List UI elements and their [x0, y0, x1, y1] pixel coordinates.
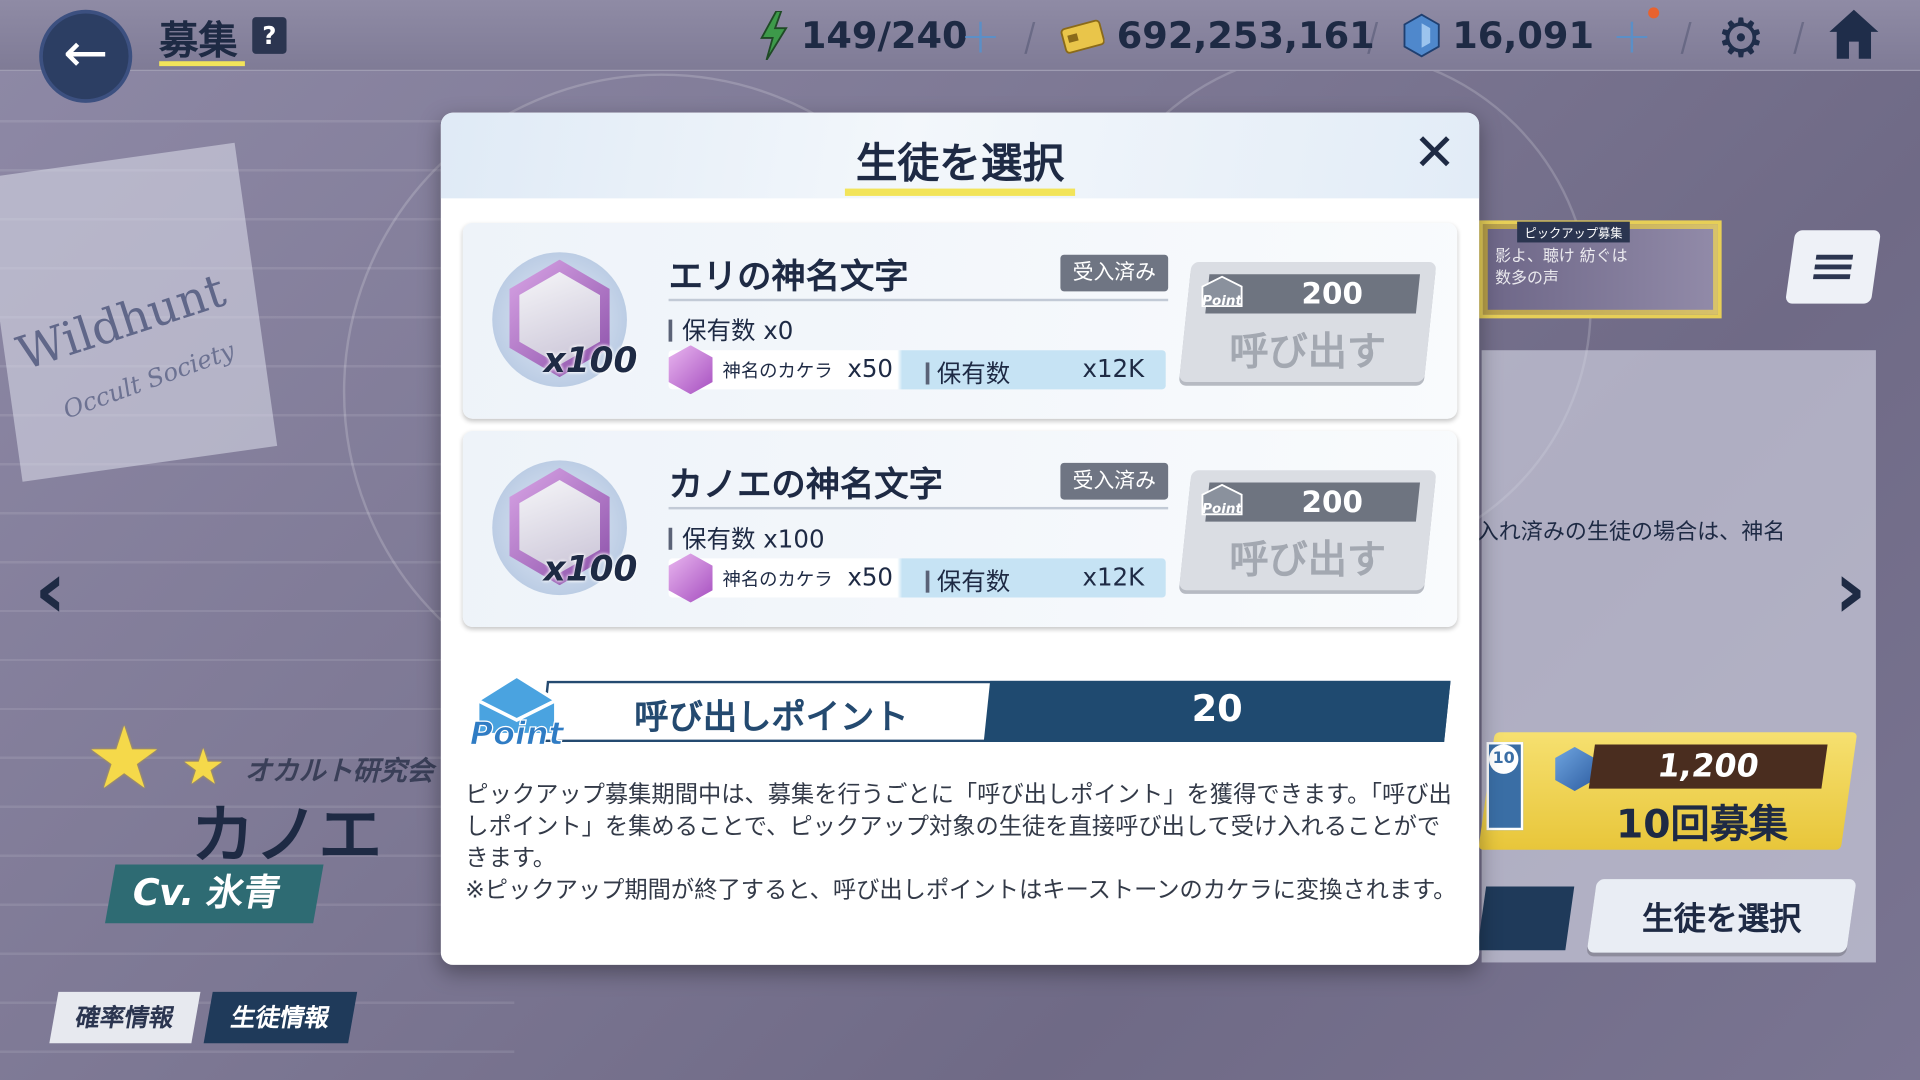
info-panel	[1481, 350, 1876, 963]
menu-icon-line	[1814, 264, 1852, 270]
page-title: 募集	[159, 17, 238, 64]
pickup-banner[interactable]: 影よ、聴け 紡ぐは 数多の声 ピックアップ募集	[1479, 220, 1722, 319]
info-text: 入れ済みの生徒の場合は、神名	[1476, 519, 1786, 545]
material-held-value: x12K	[1082, 353, 1145, 384]
material-name: 神名のカケラ	[722, 360, 833, 383]
arrow-left-icon: ←	[63, 22, 109, 85]
summon-points-label: 呼び出しポイント	[634, 696, 909, 738]
credits-value: 692,253,161	[1116, 14, 1375, 57]
add-ap-button[interactable]: +	[960, 12, 1001, 61]
divider	[668, 298, 1169, 302]
tab-rates[interactable]: 確率情報	[49, 991, 201, 1044]
menu-button[interactable]	[1785, 230, 1882, 304]
material-quantity: x50	[847, 353, 894, 384]
banner-text: 影よ、聴け 紡ぐは 数多の声	[1495, 247, 1628, 288]
pyroxene-icon	[1403, 13, 1440, 58]
ticket-count: 10	[1488, 744, 1519, 774]
menu-icon	[1815, 254, 1854, 260]
recruit-label: 10回募集	[1615, 800, 1789, 848]
student-item: x100 カノエの神名文字 受入済み 保有数 x100 神名のカケラ x50 保…	[462, 431, 1458, 627]
tab-student-info[interactable]: 生徒情報	[203, 991, 358, 1044]
plus-icon: +	[960, 8, 1002, 65]
material-name: 神名のカケラ	[722, 568, 833, 591]
credit-card-icon	[1060, 19, 1105, 54]
notification-dot	[1648, 7, 1660, 19]
description: ピックアップ募集期間中は、募集を行うごとに「呼び出しポイント」を獲得できます。「…	[465, 779, 1457, 906]
game-screen: Wildhunt Occult Society ← 募集 ? 149/240 +…	[0, 0, 1920, 1080]
background-book: Wildhunt Occult Society	[0, 142, 278, 482]
status-badge: 受入済み	[1060, 254, 1169, 292]
material-quantity: x50	[847, 562, 894, 592]
title-underline	[844, 188, 1076, 196]
character-name: カノエ	[191, 799, 383, 874]
summon-label: 呼び出す	[1229, 536, 1387, 583]
prev-arrow-icon[interactable]: ‹	[34, 546, 66, 637]
voice-actor: Cv. 氷青	[105, 864, 324, 924]
recruit-cost: 1,200	[1588, 744, 1828, 789]
add-gems-button[interactable]: +	[1611, 12, 1652, 61]
help-button[interactable]: ?	[252, 17, 287, 54]
cost-value: 200	[1301, 276, 1363, 312]
divider	[668, 506, 1169, 510]
status-badge: 受入済み	[1060, 462, 1169, 500]
portrait-quantity: x100	[543, 548, 638, 589]
held-count: 保有数 x0	[669, 311, 793, 347]
home-icon[interactable]	[1824, 5, 1883, 64]
portrait-quantity: x100	[543, 340, 638, 381]
item-name: カノエの神名文字	[668, 464, 943, 505]
select-student-dialog: 生徒を選択 ✕ x100 エリの神名文字 受入済み 保有数 x0 神名のカケラ …	[440, 112, 1480, 965]
student-item: x100 エリの神名文字 受入済み 保有数 x0 神名のカケラ x50 保有数 …	[462, 222, 1458, 419]
back-button[interactable]: ←	[39, 9, 133, 103]
star-icon: ★	[85, 707, 163, 809]
cost-value: 200	[1301, 484, 1363, 520]
menu-icon-line	[1812, 274, 1851, 280]
ap-value: 149/240	[800, 14, 968, 57]
point-icon: Point	[1201, 483, 1243, 517]
dialog-title: 生徒を選択	[855, 139, 1065, 189]
gear-icon: ⚙	[1716, 7, 1766, 70]
next-arrow-icon[interactable]: ›	[1834, 546, 1866, 637]
close-icon: ✕	[1413, 122, 1457, 183]
description-line: ピックアップ募集期間中は、募集を行うごとに「呼び出しポイント」を獲得できます。「…	[465, 781, 1452, 872]
gems-value: 16,091	[1452, 14, 1595, 57]
ap-counter: 149/240	[759, 10, 968, 61]
lightning-icon	[760, 11, 788, 61]
credits-counter: 692,253,161	[1060, 10, 1375, 61]
gems-counter: 16,091	[1403, 10, 1594, 61]
point-icon-text: Point	[1202, 502, 1242, 517]
point-icon-text: Point	[1202, 294, 1242, 309]
summon-label: 呼び出す	[1229, 328, 1387, 375]
material-held-label: 保有数	[926, 354, 1010, 390]
held-count: 保有数 x100	[669, 519, 825, 555]
banner-tag: ピックアップ募集	[1517, 221, 1630, 243]
point-icon: Point	[1201, 275, 1243, 309]
title-underline	[159, 61, 245, 67]
item-name: エリの神名文字	[668, 255, 909, 297]
close-button[interactable]: ✕	[1413, 127, 1456, 178]
select-student-label: 生徒を選択	[1642, 901, 1802, 938]
plus-icon: +	[1611, 8, 1653, 65]
description-note: ※ピックアップ期間が終了すると、呼び出しポイントはキーストーンのカケラに変換され…	[465, 876, 1457, 904]
summon-points-value: 20	[1191, 688, 1243, 732]
material-held-label: 保有数	[926, 562, 1010, 598]
recruit-1-button[interactable]	[1477, 886, 1575, 951]
settings-button[interactable]: ⚙	[1717, 7, 1765, 69]
material-held-value: x12K	[1082, 562, 1145, 592]
